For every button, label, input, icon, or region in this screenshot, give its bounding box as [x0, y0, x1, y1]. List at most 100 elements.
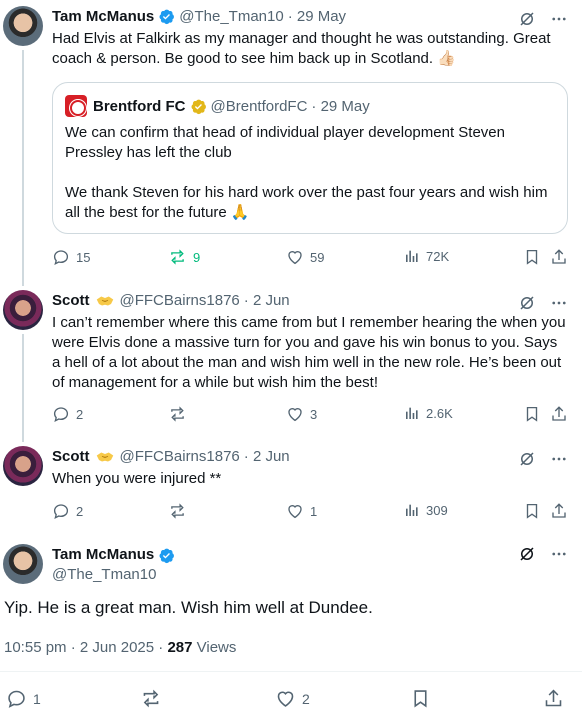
- share-icon: [552, 406, 566, 421]
- like-button[interactable]: 59: [286, 248, 324, 266]
- reply-count: 2: [76, 503, 84, 519]
- author-handle[interactable]: @FFCBairns1876: [120, 448, 240, 465]
- tweet-actions: 2 3 2.6K: [52, 405, 568, 425]
- reply-icon: [8, 690, 25, 708]
- share-button[interactable]: [550, 248, 568, 266]
- tweet-text: Had Elvis at Falkirk as my manager and t…: [52, 30, 551, 67]
- reply-button[interactable]: 15: [52, 248, 90, 266]
- like-button[interactable]: 3: [286, 405, 317, 423]
- reply-button[interactable]: 2: [52, 405, 83, 423]
- repost-button[interactable]: [168, 502, 193, 520]
- gold-verified-badge-icon: [191, 99, 206, 114]
- tweet-text: I can’t remember where this came from bu…: [52, 314, 566, 391]
- analytics-icon: [406, 250, 418, 262]
- tweet-actions: 15 9 59 72K: [52, 248, 568, 268]
- main-author-block: Tam McManus @The_Tman10: [52, 545, 179, 585]
- like-icon: [288, 505, 302, 519]
- tweet-date[interactable]: · 2 Jun: [244, 292, 290, 309]
- tweet-header: Tam McManus @The_Tman10 · 29 May: [52, 8, 512, 25]
- repost-button[interactable]: [168, 405, 193, 423]
- avatar[interactable]: [3, 446, 43, 486]
- repost-button[interactable]: [140, 688, 168, 709]
- bookmark-icon: [526, 406, 538, 422]
- more-options-icon[interactable]: [550, 10, 568, 28]
- reply-icon: [53, 504, 69, 520]
- bookmark-button[interactable]: [410, 688, 431, 709]
- quote-text-1: We can confirm that head of individual p…: [65, 124, 505, 161]
- avatar[interactable]: [3, 544, 43, 584]
- grok-icon[interactable]: [518, 294, 536, 312]
- share-icon: [552, 503, 566, 518]
- quote-author-handle: @BrentfordFC: [210, 97, 308, 115]
- share-button[interactable]: [543, 688, 564, 709]
- bookmark-button[interactable]: [523, 405, 541, 423]
- handshake-emoji-icon: [96, 452, 113, 461]
- like-count: 2: [302, 690, 310, 707]
- tweet-header: Scott @FFCBairns1876 · 2 Jun: [52, 292, 512, 309]
- views-button[interactable]: 309: [404, 502, 448, 518]
- bookmark-icon: [526, 503, 538, 519]
- handshake-emoji-icon: [96, 296, 113, 305]
- like-count: 1: [310, 503, 318, 519]
- tweet-actions: 2 1 309: [52, 502, 568, 522]
- like-button[interactable]: 2: [275, 688, 310, 709]
- tweet-date[interactable]: · 29 May: [288, 8, 346, 25]
- quoted-tweet[interactable]: Brentford FC @BrentfordFC · 29 May We ca…: [52, 82, 568, 234]
- tweet-date[interactable]: · 2 Jun: [244, 448, 290, 465]
- share-button[interactable]: [550, 405, 568, 423]
- like-icon: [277, 691, 294, 707]
- brentford-logo: [65, 95, 87, 117]
- like-count: 3: [310, 406, 318, 422]
- avatar[interactable]: [3, 6, 43, 46]
- bookmark-icon: [526, 249, 538, 265]
- avatar[interactable]: [3, 290, 43, 330]
- analytics-icon: [406, 407, 418, 419]
- quote-header: Brentford FC @BrentfordFC · 29 May: [65, 95, 370, 117]
- repost-button[interactable]: 9: [168, 248, 200, 266]
- more-options-icon[interactable]: [550, 294, 568, 312]
- repost-icon: [143, 689, 159, 708]
- author-name[interactable]: Scott: [52, 292, 90, 309]
- grok-icon[interactable]: [518, 450, 536, 468]
- author-handle[interactable]: @The_Tman10: [179, 8, 283, 25]
- more-options-icon[interactable]: [550, 450, 568, 468]
- tweet-timestamp[interactable]: 10:55 pm · 2 Jun 2025 ·: [4, 639, 167, 656]
- main-tweet-actions: 1 2: [0, 688, 582, 710]
- grok-icon[interactable]: [518, 10, 536, 28]
- quote-date: · 29 May: [311, 97, 370, 115]
- like-icon: [288, 408, 302, 422]
- author-name[interactable]: Scott: [52, 448, 90, 465]
- share-button[interactable]: [550, 502, 568, 520]
- share-icon: [552, 249, 566, 264]
- views-label: Views: [192, 639, 237, 656]
- quote-text-2: We thank Steven for his hard work over t…: [65, 184, 548, 221]
- tweet-meta: 10:55 pm · 2 Jun 2025 · 287 Views: [4, 639, 236, 656]
- author-name[interactable]: Tam McManus: [52, 545, 154, 565]
- share-icon: [545, 689, 562, 707]
- grok-icon[interactable]: [518, 545, 536, 563]
- tweet-top-actions: [518, 294, 568, 312]
- reply-button[interactable]: 2: [52, 502, 83, 520]
- reply-icon: [53, 407, 69, 423]
- divider: [0, 671, 582, 672]
- repost-icon: [171, 503, 184, 519]
- thread-line: [22, 334, 24, 442]
- views-count: 72K: [426, 248, 450, 264]
- author-name[interactable]: Tam McManus: [52, 8, 154, 25]
- reply-button[interactable]: 1: [6, 688, 41, 709]
- verified-badge-icon: [159, 548, 175, 563]
- views-button[interactable]: 2.6K: [404, 405, 453, 421]
- like-button[interactable]: 1: [286, 502, 317, 520]
- bookmark-button[interactable]: [523, 502, 541, 520]
- reply-count: 1: [33, 690, 41, 707]
- views-button[interactable]: 72K: [404, 248, 449, 264]
- views-count: 287: [167, 639, 193, 656]
- tweet-text: When you were injured **: [52, 470, 222, 487]
- more-options-icon[interactable]: [550, 545, 568, 563]
- like-count: 59: [310, 249, 325, 265]
- bookmark-button[interactable]: [523, 248, 541, 266]
- thread-line: [22, 50, 24, 286]
- author-handle[interactable]: @The_Tman10: [52, 565, 179, 585]
- author-handle[interactable]: @FFCBairns1876: [120, 292, 240, 309]
- repost-icon: [171, 249, 184, 265]
